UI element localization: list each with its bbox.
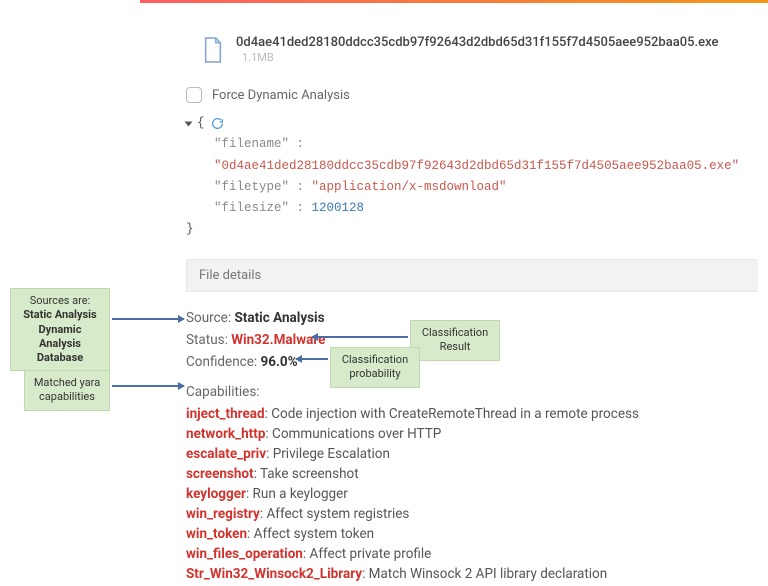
file-size: 1.1MB (242, 51, 274, 64)
arrow-class-prob (296, 358, 328, 360)
capability-desc: : Take screenshot (254, 466, 359, 482)
confidence-label: Confidence: (186, 354, 257, 370)
refresh-icon[interactable] (211, 117, 224, 130)
capability-desc: : Affect system registries (260, 506, 410, 522)
document-icon (202, 36, 224, 64)
arrow-sources (112, 318, 184, 320)
capability-desc: : Communications over HTTP (265, 426, 441, 442)
capabilities-label: Capabilities: (186, 384, 758, 400)
capability-name: inject_thread (186, 406, 265, 422)
json-root-row: { (186, 113, 758, 134)
capability-desc: : Match Winsock 2 API library declaratio… (362, 566, 607, 582)
callout-yara: Matched yara capabilities (24, 370, 110, 411)
force-dynamic-row: Force Dynamic Analysis (186, 87, 758, 103)
json-line-filesize: "filesize" : 1200128 (186, 198, 758, 219)
top-gradient-bar (140, 0, 768, 3)
capability-desc: : Privilege Escalation (266, 446, 390, 462)
capability-name: win_registry (186, 506, 260, 522)
json-close-brace: } (186, 219, 758, 240)
callout-sources: Sources are: Static Analysis Dynamic Ana… (10, 288, 110, 371)
arrow-yara (112, 385, 184, 387)
capability-name: win_token (186, 526, 247, 542)
json-line-filetype: "filetype" : "application/x-msdownload" (186, 177, 758, 198)
capability-item: Str_Win32_Winsock2_Library: Match Winsoc… (186, 566, 758, 582)
caret-down-icon[interactable] (185, 121, 193, 126)
capability-item: screenshot: Take screenshot (186, 466, 758, 482)
file-header-row: 0d4ae41ded28180ddcc35cdb97f92643d2dbd65d… (202, 35, 758, 65)
capability-item: win_registry: Affect system registries (186, 506, 758, 522)
capability-item: escalate_priv: Privilege Escalation (186, 446, 758, 462)
force-dynamic-checkbox[interactable] (186, 87, 202, 103)
callout-class-prob: Classification probability (330, 347, 420, 388)
capability-item: network_http: Communications over HTTP (186, 426, 758, 442)
capability-item: win_token: Affect system token (186, 526, 758, 542)
capability-item: inject_thread: Code injection with Creat… (186, 406, 758, 422)
capability-name: screenshot (186, 466, 254, 482)
source-value: Static Analysis (234, 310, 324, 326)
file-name: 0d4ae41ded28180ddcc35cdb97f92643d2dbd65d… (236, 35, 718, 50)
capability-item: keylogger: Run a keylogger (186, 486, 758, 502)
json-open-brace: { (197, 113, 205, 134)
capability-name: Str_Win32_Winsock2_Library (186, 566, 362, 582)
json-viewer: { "filename" : "0d4ae41ded28180ddcc35cdb… (186, 113, 758, 241)
source-label: Source: (186, 310, 231, 326)
capabilities-list: inject_thread: Code injection with Creat… (186, 406, 758, 582)
capability-name: keylogger (186, 486, 246, 502)
main-panel: 0d4ae41ded28180ddcc35cdb97f92643d2dbd65d… (186, 35, 768, 586)
json-line-filename: "filename" : "0d4ae41ded28180ddcc35cdb97… (186, 134, 758, 177)
arrow-class-result (312, 336, 408, 338)
force-dynamic-label: Force Dynamic Analysis (212, 88, 350, 103)
file-details-header[interactable]: File details (186, 259, 758, 292)
status-label: Status: (186, 332, 228, 348)
capability-name: network_http (186, 426, 265, 442)
capability-desc: : Affect system token (247, 526, 374, 542)
capability-name: escalate_priv (186, 446, 266, 462)
capability-desc: : Code injection with CreateRemoteThread… (265, 406, 639, 422)
callout-class-result: Classification Result (410, 320, 500, 361)
capability-desc: : Run a keylogger (246, 486, 348, 502)
file-name-wrap: 0d4ae41ded28180ddcc35cdb97f92643d2dbd65d… (236, 35, 758, 65)
confidence-value: 96.0% (261, 354, 298, 370)
